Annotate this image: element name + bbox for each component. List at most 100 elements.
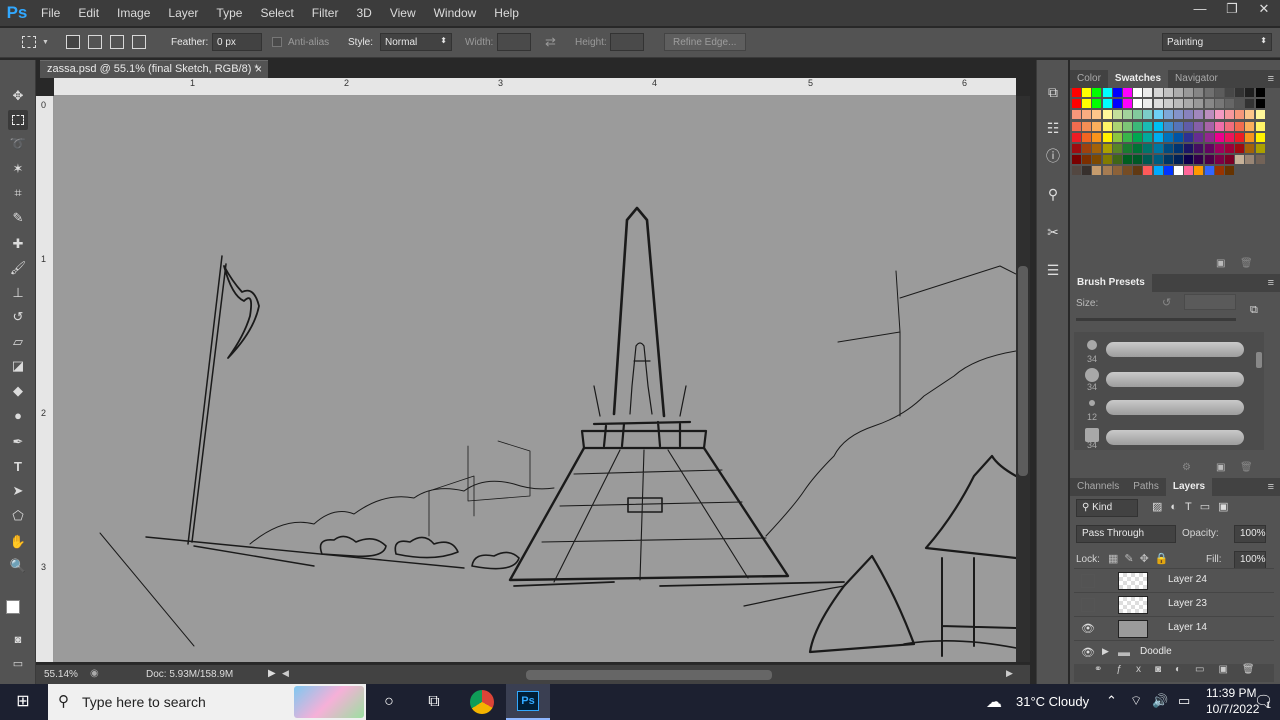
network-icon[interactable]: ⌔	[1130, 693, 1142, 709]
swatch[interactable]	[1225, 121, 1234, 131]
swatch[interactable]	[1204, 99, 1214, 109]
swatch[interactable]	[1092, 144, 1102, 153]
swatch[interactable]	[1143, 88, 1153, 97]
swatch[interactable]	[1255, 110, 1265, 120]
swatch[interactable]	[1204, 88, 1214, 97]
swatch[interactable]	[1204, 155, 1214, 165]
swatch[interactable]	[1214, 121, 1224, 131]
visibility-toggle[interactable]	[1081, 598, 1095, 612]
swatch[interactable]	[1174, 166, 1183, 176]
swatch[interactable]	[1133, 132, 1143, 142]
brush-preset-list[interactable]: 34 34 12 34	[1074, 332, 1264, 450]
swatch[interactable]	[1153, 166, 1163, 176]
crop-tool-icon[interactable]: ⌗	[8, 183, 28, 203]
tab-brush-presets[interactable]: Brush Presets	[1070, 274, 1152, 292]
feather-input[interactable]: 0 px	[212, 33, 262, 51]
swatch[interactable]	[1092, 88, 1102, 97]
swatch[interactable]	[1245, 110, 1255, 120]
swatch[interactable]	[1072, 99, 1081, 109]
swatch[interactable]	[1092, 110, 1102, 120]
swatch[interactable]	[1112, 88, 1122, 97]
swatch[interactable]	[1072, 155, 1081, 165]
swatch[interactable]	[1082, 155, 1092, 165]
gradient-tool-icon[interactable]: ◪	[8, 356, 28, 376]
swatch[interactable]	[1143, 110, 1153, 120]
swatch[interactable]	[1072, 166, 1081, 176]
menu-window[interactable]: Window	[425, 0, 486, 26]
lock-icons[interactable]: ▦✎✥🔒	[1108, 552, 1175, 565]
swatch[interactable]	[1163, 99, 1173, 109]
status-menu-arrow-icon[interactable]: ▶	[268, 668, 276, 679]
swatch[interactable]	[1184, 155, 1194, 165]
history-brush-tool-icon[interactable]: ↺	[8, 307, 28, 327]
swatch[interactable]	[1092, 99, 1102, 109]
swatch[interactable]	[1225, 110, 1234, 120]
move-tool-icon[interactable]: ✥	[8, 86, 28, 106]
minimize-button[interactable]: —	[1184, 0, 1216, 20]
swatch[interactable]	[1143, 99, 1153, 109]
swatch[interactable]	[1102, 155, 1112, 165]
swatch[interactable]	[1225, 166, 1234, 176]
swatch[interactable]	[1194, 132, 1204, 142]
swatch[interactable]	[1123, 110, 1132, 120]
swatch[interactable]	[1194, 144, 1204, 153]
marquee-preset-icon[interactable]	[22, 36, 36, 48]
delete-swatch-icon[interactable]: 🗑	[1240, 258, 1253, 269]
swatch[interactable]	[1174, 155, 1183, 165]
horizontal-scrollbar-thumb[interactable]	[526, 670, 772, 680]
scrollbar-thumb[interactable]	[1256, 352, 1262, 368]
swap-icon[interactable]: ⇄	[545, 34, 556, 50]
layer-row-24[interactable]: Layer 24	[1074, 568, 1274, 592]
swatch[interactable]	[1112, 166, 1122, 176]
swatch[interactable]	[1082, 99, 1092, 109]
swatch[interactable]	[1153, 132, 1163, 142]
eraser-tool-icon[interactable]: ▱	[8, 332, 28, 352]
swatch[interactable]	[1092, 166, 1102, 176]
battery-icon[interactable]: ▭	[1178, 693, 1190, 709]
width-input[interactable]	[497, 33, 531, 51]
panel-menu-icon[interactable]: ≡	[1268, 277, 1274, 289]
type-tool-icon[interactable]: T	[8, 457, 28, 477]
swatch[interactable]	[1102, 110, 1112, 120]
swatch[interactable]	[1163, 155, 1173, 165]
swatch[interactable]	[1174, 99, 1183, 109]
subtract-selection-icon[interactable]	[110, 35, 124, 49]
swatch[interactable]	[1214, 144, 1224, 153]
blur-tool-icon[interactable]: ◆	[8, 381, 28, 401]
swatch[interactable]	[1184, 144, 1194, 153]
swatch[interactable]	[1255, 155, 1265, 165]
menu-edit[interactable]: Edit	[69, 0, 108, 26]
tab-channels[interactable]: Channels	[1070, 478, 1126, 496]
layers-footer-actions[interactable]: ⚭ƒx◙◐▭▣🗑	[1074, 664, 1274, 682]
swatch[interactable]	[1235, 110, 1245, 120]
swatch[interactable]	[1174, 110, 1183, 120]
brush-panel-toggle-icon[interactable]: ⧉	[1250, 304, 1266, 318]
swatch[interactable]	[1184, 110, 1194, 120]
swatch[interactable]	[1123, 144, 1132, 153]
document-tab[interactable]: zassa.psd @ 55.1% (final Sketch, RGB/8) …	[40, 60, 268, 78]
swatch[interactable]	[1133, 110, 1143, 120]
eye-icon[interactable]: 👁	[1081, 622, 1095, 636]
swatch[interactable]	[1143, 132, 1153, 142]
dodge-tool-icon[interactable]: ●	[8, 406, 28, 426]
swatch[interactable]	[1204, 110, 1214, 120]
swatch[interactable]	[1174, 132, 1183, 142]
panel-menu-icon[interactable]: ≡	[1268, 481, 1274, 493]
size-slider[interactable]	[1076, 318, 1236, 321]
swatch[interactable]	[1163, 88, 1173, 97]
swatch[interactable]	[1214, 99, 1224, 109]
close-tab-icon[interactable]: ×	[255, 62, 262, 76]
weather-text[interactable]: 31°C Cloudy	[1016, 694, 1089, 709]
swatch[interactable]	[1204, 144, 1214, 153]
clock-date[interactable]: 10/7/2022	[1206, 702, 1259, 716]
layer-filter-icons[interactable]: ▨◐T▭▣	[1152, 500, 1237, 513]
swatch[interactable]	[1245, 144, 1255, 153]
swatch[interactable]	[1235, 132, 1245, 142]
swatch[interactable]	[1143, 166, 1153, 176]
swatch[interactable]	[1184, 88, 1194, 97]
swatch[interactable]	[1235, 99, 1245, 109]
chrome-icon[interactable]	[470, 690, 494, 714]
swatch[interactable]	[1143, 155, 1153, 165]
swatch[interactable]	[1153, 144, 1163, 153]
swatch[interactable]	[1092, 121, 1102, 131]
